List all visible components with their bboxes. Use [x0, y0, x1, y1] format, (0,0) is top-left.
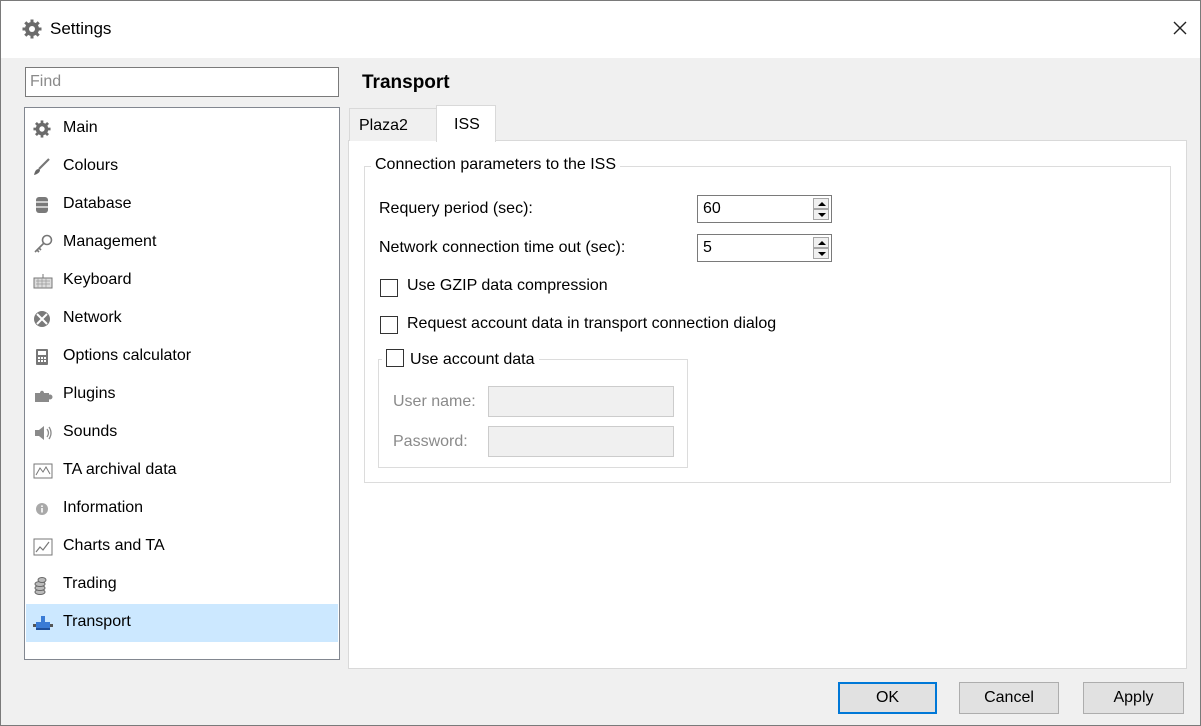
archive-chart-icon — [33, 462, 53, 480]
network-icon — [33, 310, 51, 328]
sidebar-item-sounds[interactable]: Sounds — [26, 414, 338, 452]
sidebar-item-plugins[interactable]: Plugins — [26, 376, 338, 414]
sidebar-item-colours[interactable]: Colours — [26, 148, 338, 186]
timeout-label: Network connection time out (sec): — [379, 239, 626, 256]
sidebar-item-main[interactable]: Main — [26, 110, 338, 148]
sidebar-item-label: Database — [63, 195, 132, 212]
coins-icon — [33, 576, 51, 595]
sidebar-item-label: Charts and TA — [63, 537, 165, 554]
title-bar — [0, 0, 1201, 58]
speaker-icon — [33, 424, 52, 442]
spin-up-button[interactable] — [813, 198, 829, 209]
timeout-spinner[interactable]: 5 — [697, 234, 832, 262]
requery-period-spinner[interactable]: 60 — [697, 195, 832, 223]
line-chart-icon — [33, 538, 53, 556]
request-account-label: Request account data in transport connec… — [407, 315, 777, 332]
sidebar-item-label: Main — [63, 119, 98, 136]
group-legend: Connection parameters to the ISS — [371, 156, 621, 174]
account-legend: Use account data — [382, 349, 539, 369]
transport-icon — [33, 614, 53, 632]
sidebar-item-management[interactable]: Management — [26, 224, 338, 262]
sidebar-item-label: Plugins — [63, 385, 116, 402]
info-icon — [33, 500, 51, 518]
sidebar-item-transport[interactable]: Transport — [26, 604, 338, 642]
timeout-value: 5 — [703, 239, 712, 256]
sidebar-item-label: Keyboard — [63, 271, 132, 288]
sidebar-item-label: Management — [63, 233, 157, 250]
spin-down-button[interactable] — [813, 209, 829, 220]
sidebar-item-information[interactable]: Information — [26, 490, 338, 528]
requery-value: 60 — [703, 200, 721, 217]
close-icon[interactable] — [1168, 16, 1192, 40]
gzip-checkbox[interactable] — [380, 279, 398, 297]
key-icon — [33, 234, 53, 253]
sidebar-item-label: Options calculator — [63, 347, 192, 364]
gear-icon — [33, 120, 51, 138]
spin-up-button[interactable] — [813, 237, 829, 248]
calculator-icon — [33, 348, 51, 366]
username-label: User name: — [393, 393, 476, 410]
request-account-checkbox[interactable] — [380, 316, 398, 334]
tab-iss[interactable]: ISS — [436, 105, 496, 142]
password-label: Password: — [393, 433, 468, 450]
sidebar-item-label: Network — [63, 309, 122, 326]
tab-plaza2[interactable]: Plaza2 — [349, 108, 437, 141]
search-input[interactable] — [25, 67, 339, 97]
sidebar-item-ta-archival-data[interactable]: TA archival data — [26, 452, 338, 490]
tab-label: ISS — [454, 116, 480, 133]
cancel-button[interactable]: Cancel — [959, 682, 1059, 714]
sidebar-item-label: Colours — [63, 157, 119, 174]
ok-button[interactable]: OK — [838, 682, 937, 714]
brush-icon — [33, 158, 51, 176]
settings-nav-list: Main Colours Database Management Keyboar… — [24, 107, 340, 660]
gzip-label: Use GZIP data compression — [407, 277, 608, 294]
page-title: Transport — [362, 72, 450, 93]
sidebar-item-label: Sounds — [63, 423, 118, 440]
sidebar-item-trading[interactable]: Trading — [26, 566, 338, 604]
window-title: Settings — [50, 19, 112, 38]
sidebar-item-label: Transport — [63, 613, 131, 630]
database-icon — [33, 196, 51, 214]
requery-label: Requery period (sec): — [379, 200, 533, 217]
keyboard-icon — [33, 272, 53, 290]
sidebar-item-charts-and-ta[interactable]: Charts and TA — [26, 528, 338, 566]
gear-icon — [22, 19, 42, 39]
username-field[interactable] — [488, 386, 674, 417]
use-account-label: Use account data — [410, 351, 535, 368]
password-field[interactable] — [488, 426, 674, 457]
spin-down-button[interactable] — [813, 248, 829, 259]
sidebar-item-label: Information — [63, 499, 144, 516]
sidebar-item-network[interactable]: Network — [26, 300, 338, 338]
apply-button[interactable]: Apply — [1083, 682, 1184, 714]
use-account-checkbox[interactable] — [386, 349, 404, 367]
sidebar-item-options-calculator[interactable]: Options calculator — [26, 338, 338, 376]
sidebar-item-label: Trading — [63, 575, 117, 592]
tab-label: Plaza2 — [359, 117, 408, 134]
sidebar-item-label: TA archival data — [63, 461, 177, 478]
sidebar-item-keyboard[interactable]: Keyboard — [26, 262, 338, 300]
puzzle-icon — [33, 386, 53, 404]
sidebar-item-database[interactable]: Database — [26, 186, 338, 224]
